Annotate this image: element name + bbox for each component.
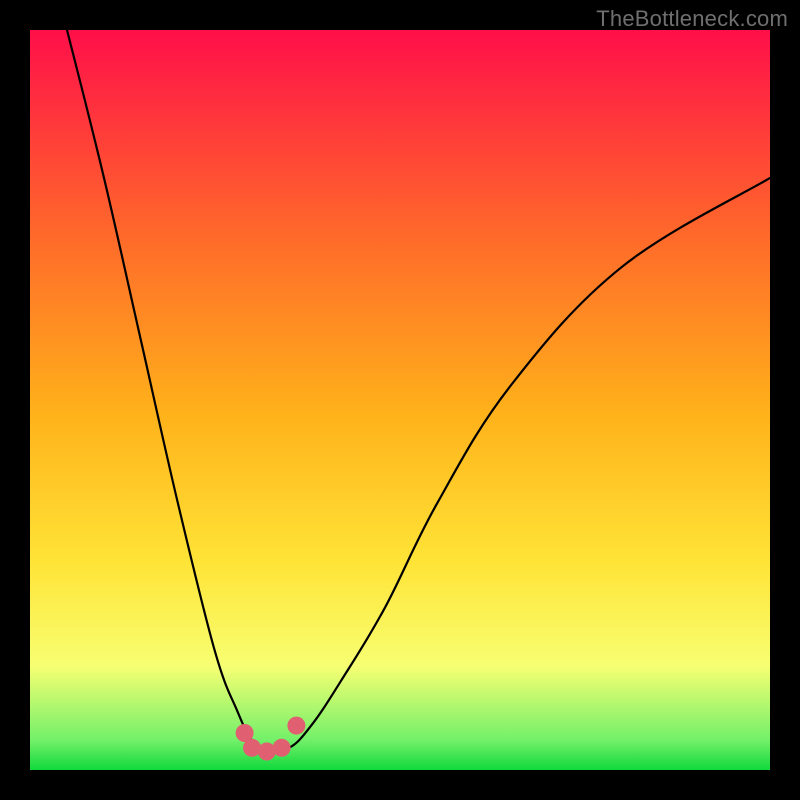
watermark-text: TheBottleneck.com	[596, 6, 788, 32]
bottleneck-curve-path	[67, 30, 770, 750]
optimal-marker	[287, 717, 305, 735]
bottleneck-curve-svg	[30, 30, 770, 770]
chart-area	[30, 30, 770, 770]
optimal-marker	[273, 739, 291, 757]
optimal-marker-group	[236, 717, 306, 761]
